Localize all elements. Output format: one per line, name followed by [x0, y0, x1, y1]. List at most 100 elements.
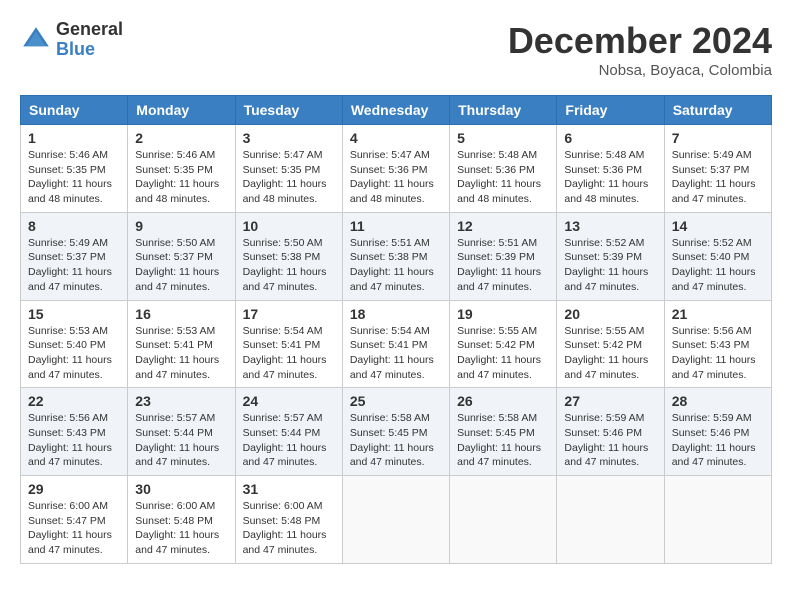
logo: General Blue [20, 20, 123, 60]
day-info: Sunrise: 5:55 AM Sunset: 5:42 PM Dayligh… [457, 324, 549, 383]
weekday-header: Friday [557, 96, 664, 125]
day-info: Sunrise: 5:59 AM Sunset: 5:46 PM Dayligh… [672, 411, 764, 470]
calendar-cell: 6 Sunrise: 5:48 AM Sunset: 5:36 PM Dayli… [557, 125, 664, 213]
day-number: 15 [28, 306, 120, 322]
weekday-header: Wednesday [342, 96, 449, 125]
calendar-cell: 26 Sunrise: 5:58 AM Sunset: 5:45 PM Dayl… [450, 388, 557, 476]
weekday-header: Thursday [450, 96, 557, 125]
day-number: 12 [457, 218, 549, 234]
calendar-cell: 25 Sunrise: 5:58 AM Sunset: 5:45 PM Dayl… [342, 388, 449, 476]
day-info: Sunrise: 5:53 AM Sunset: 5:41 PM Dayligh… [135, 324, 227, 383]
calendar-table: SundayMondayTuesdayWednesdayThursdayFrid… [20, 95, 772, 564]
day-number: 14 [672, 218, 764, 234]
calendar-cell [450, 476, 557, 564]
day-info: Sunrise: 6:00 AM Sunset: 5:48 PM Dayligh… [243, 499, 335, 558]
day-number: 18 [350, 306, 442, 322]
day-info: Sunrise: 5:50 AM Sunset: 5:37 PM Dayligh… [135, 236, 227, 295]
day-number: 17 [243, 306, 335, 322]
day-number: 10 [243, 218, 335, 234]
calendar-cell: 20 Sunrise: 5:55 AM Sunset: 5:42 PM Dayl… [557, 300, 664, 388]
calendar-cell: 19 Sunrise: 5:55 AM Sunset: 5:42 PM Dayl… [450, 300, 557, 388]
day-info: Sunrise: 5:47 AM Sunset: 5:35 PM Dayligh… [243, 148, 335, 207]
day-number: 7 [672, 130, 764, 146]
calendar-week-row: 29 Sunrise: 6:00 AM Sunset: 5:47 PM Dayl… [21, 476, 772, 564]
day-number: 20 [564, 306, 656, 322]
day-info: Sunrise: 5:46 AM Sunset: 5:35 PM Dayligh… [135, 148, 227, 207]
weekday-header: Tuesday [235, 96, 342, 125]
day-number: 24 [243, 393, 335, 409]
day-info: Sunrise: 5:52 AM Sunset: 5:40 PM Dayligh… [672, 236, 764, 295]
title-block: December 2024 Nobsa, Boyaca, Colombia [508, 20, 772, 79]
day-number: 28 [672, 393, 764, 409]
calendar-week-row: 8 Sunrise: 5:49 AM Sunset: 5:37 PM Dayli… [21, 212, 772, 300]
calendar-cell: 16 Sunrise: 5:53 AM Sunset: 5:41 PM Dayl… [128, 300, 235, 388]
day-info: Sunrise: 5:58 AM Sunset: 5:45 PM Dayligh… [457, 411, 549, 470]
calendar-cell: 29 Sunrise: 6:00 AM Sunset: 5:47 PM Dayl… [21, 476, 128, 564]
month-title: December 2024 [508, 20, 772, 62]
calendar-cell: 2 Sunrise: 5:46 AM Sunset: 5:35 PM Dayli… [128, 125, 235, 213]
day-info: Sunrise: 6:00 AM Sunset: 5:48 PM Dayligh… [135, 499, 227, 558]
day-number: 23 [135, 393, 227, 409]
day-number: 6 [564, 130, 656, 146]
calendar-cell: 30 Sunrise: 6:00 AM Sunset: 5:48 PM Dayl… [128, 476, 235, 564]
day-info: Sunrise: 5:56 AM Sunset: 5:43 PM Dayligh… [672, 324, 764, 383]
day-info: Sunrise: 6:00 AM Sunset: 5:47 PM Dayligh… [28, 499, 120, 558]
day-number: 19 [457, 306, 549, 322]
day-info: Sunrise: 5:57 AM Sunset: 5:44 PM Dayligh… [243, 411, 335, 470]
day-number: 31 [243, 481, 335, 497]
day-number: 5 [457, 130, 549, 146]
day-info: Sunrise: 5:54 AM Sunset: 5:41 PM Dayligh… [243, 324, 335, 383]
day-info: Sunrise: 5:46 AM Sunset: 5:35 PM Dayligh… [28, 148, 120, 207]
day-number: 27 [564, 393, 656, 409]
day-number: 16 [135, 306, 227, 322]
calendar-cell: 15 Sunrise: 5:53 AM Sunset: 5:40 PM Dayl… [21, 300, 128, 388]
calendar-cell: 23 Sunrise: 5:57 AM Sunset: 5:44 PM Dayl… [128, 388, 235, 476]
day-info: Sunrise: 5:56 AM Sunset: 5:43 PM Dayligh… [28, 411, 120, 470]
calendar-cell: 22 Sunrise: 5:56 AM Sunset: 5:43 PM Dayl… [21, 388, 128, 476]
day-number: 29 [28, 481, 120, 497]
calendar-cell: 7 Sunrise: 5:49 AM Sunset: 5:37 PM Dayli… [664, 125, 771, 213]
calendar-week-row: 15 Sunrise: 5:53 AM Sunset: 5:40 PM Dayl… [21, 300, 772, 388]
calendar-cell: 27 Sunrise: 5:59 AM Sunset: 5:46 PM Dayl… [557, 388, 664, 476]
calendar-cell: 31 Sunrise: 6:00 AM Sunset: 5:48 PM Dayl… [235, 476, 342, 564]
day-info: Sunrise: 5:58 AM Sunset: 5:45 PM Dayligh… [350, 411, 442, 470]
day-info: Sunrise: 5:55 AM Sunset: 5:42 PM Dayligh… [564, 324, 656, 383]
day-info: Sunrise: 5:52 AM Sunset: 5:39 PM Dayligh… [564, 236, 656, 295]
weekday-header: Sunday [21, 96, 128, 125]
day-number: 4 [350, 130, 442, 146]
calendar-cell: 18 Sunrise: 5:54 AM Sunset: 5:41 PM Dayl… [342, 300, 449, 388]
location-text: Nobsa, Boyaca, Colombia [508, 62, 772, 79]
day-number: 9 [135, 218, 227, 234]
day-info: Sunrise: 5:50 AM Sunset: 5:38 PM Dayligh… [243, 236, 335, 295]
calendar-cell [342, 476, 449, 564]
calendar-cell: 28 Sunrise: 5:59 AM Sunset: 5:46 PM Dayl… [664, 388, 771, 476]
calendar-cell: 10 Sunrise: 5:50 AM Sunset: 5:38 PM Dayl… [235, 212, 342, 300]
logo-general-text: General [56, 20, 123, 40]
calendar-cell: 14 Sunrise: 5:52 AM Sunset: 5:40 PM Dayl… [664, 212, 771, 300]
day-info: Sunrise: 5:51 AM Sunset: 5:39 PM Dayligh… [457, 236, 549, 295]
calendar-cell: 24 Sunrise: 5:57 AM Sunset: 5:44 PM Dayl… [235, 388, 342, 476]
day-number: 25 [350, 393, 442, 409]
day-info: Sunrise: 5:48 AM Sunset: 5:36 PM Dayligh… [564, 148, 656, 207]
calendar-cell: 1 Sunrise: 5:46 AM Sunset: 5:35 PM Dayli… [21, 125, 128, 213]
calendar-cell: 13 Sunrise: 5:52 AM Sunset: 5:39 PM Dayl… [557, 212, 664, 300]
calendar-header-row: SundayMondayTuesdayWednesdayThursdayFrid… [21, 96, 772, 125]
calendar-cell [664, 476, 771, 564]
day-info: Sunrise: 5:53 AM Sunset: 5:40 PM Dayligh… [28, 324, 120, 383]
day-info: Sunrise: 5:48 AM Sunset: 5:36 PM Dayligh… [457, 148, 549, 207]
day-number: 30 [135, 481, 227, 497]
calendar-cell: 21 Sunrise: 5:56 AM Sunset: 5:43 PM Dayl… [664, 300, 771, 388]
day-number: 26 [457, 393, 549, 409]
day-number: 22 [28, 393, 120, 409]
day-info: Sunrise: 5:47 AM Sunset: 5:36 PM Dayligh… [350, 148, 442, 207]
calendar-week-row: 22 Sunrise: 5:56 AM Sunset: 5:43 PM Dayl… [21, 388, 772, 476]
weekday-header: Saturday [664, 96, 771, 125]
day-info: Sunrise: 5:51 AM Sunset: 5:38 PM Dayligh… [350, 236, 442, 295]
day-info: Sunrise: 5:54 AM Sunset: 5:41 PM Dayligh… [350, 324, 442, 383]
day-number: 2 [135, 130, 227, 146]
calendar-cell: 4 Sunrise: 5:47 AM Sunset: 5:36 PM Dayli… [342, 125, 449, 213]
calendar-cell: 12 Sunrise: 5:51 AM Sunset: 5:39 PM Dayl… [450, 212, 557, 300]
calendar-cell: 11 Sunrise: 5:51 AM Sunset: 5:38 PM Dayl… [342, 212, 449, 300]
calendar-cell [557, 476, 664, 564]
logo-icon [20, 24, 52, 56]
